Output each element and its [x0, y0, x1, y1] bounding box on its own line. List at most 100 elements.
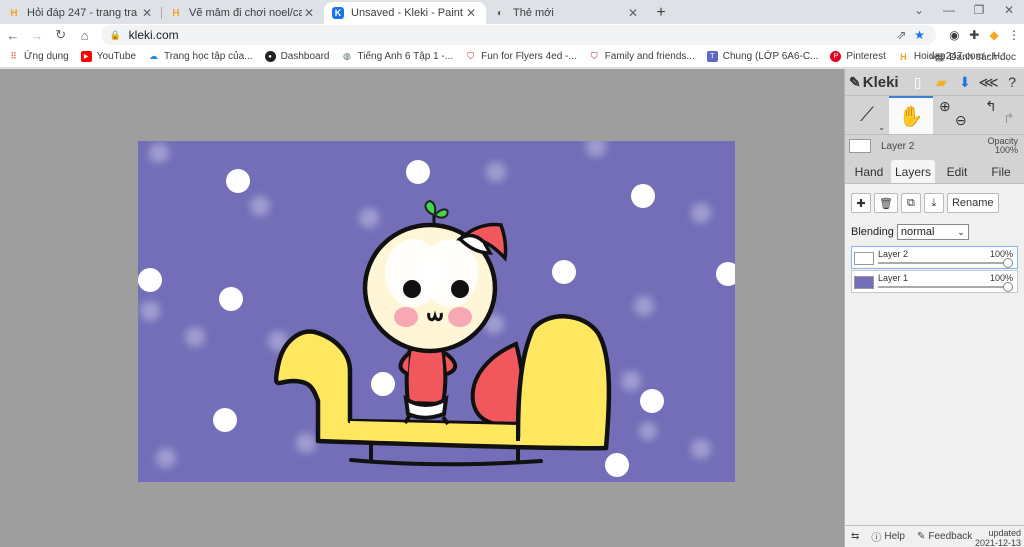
layer-name: Layer 2	[878, 249, 909, 259]
swap-sides-button[interactable]: ⇆	[851, 531, 859, 542]
menu-dots-icon[interactable]: ⋮	[1004, 25, 1024, 45]
bookmark-chung[interactable]: T Chung (LỚP 6A6-C...	[706, 51, 818, 62]
forward-icon[interactable]: →	[26, 24, 48, 46]
delete-layer-button[interactable]: 🗑	[874, 193, 898, 213]
merge-down-icon: ⤓	[931, 196, 937, 209]
current-layer-thumbnail	[849, 139, 871, 153]
kleki-logo-icon: ✎	[849, 73, 861, 90]
teams-icon: T	[706, 51, 718, 62]
bookmark-dashboard[interactable]: ● Dashboard	[264, 51, 329, 62]
tab-file[interactable]: File	[979, 160, 1023, 183]
layers-panel: ✚ 🗑 ⧉ ⤓ Rename Blending normal ⌄ Layer 2 …	[845, 184, 1024, 547]
share-icon[interactable]: ⋘	[977, 70, 1001, 94]
hoidap-favicon-icon: H	[172, 7, 180, 19]
restore-icon[interactable]: ❐	[964, 3, 994, 17]
shield-icon: ⛉	[467, 51, 474, 61]
bookmark-family-friends[interactable]: ⛉ Family and friends...	[589, 51, 695, 62]
tab-close-icon[interactable]: ✕	[140, 6, 154, 20]
add-layer-button[interactable]: ✚	[851, 193, 871, 213]
tab-close-icon[interactable]: ✕	[626, 6, 640, 20]
brush-tool-button[interactable]: ⟋ ⌄	[845, 96, 889, 134]
bookmark-tieng-anh[interactable]: ◍ Tiếng Anh 6 Tập 1 -...	[341, 51, 453, 62]
back-icon[interactable]: ←	[2, 24, 24, 46]
hand-tool-button[interactable]: ✋	[889, 96, 933, 134]
tab-title: Hỏi đáp 247 - trang tra loi	[27, 7, 140, 19]
blending-select[interactable]: normal ⌄	[896, 224, 969, 240]
duplicate-layer-button[interactable]: ⧉	[900, 193, 921, 213]
profile-icon[interactable]: ◆	[984, 25, 1004, 45]
bookmark-pinterest[interactable]: P Pinterest	[830, 51, 886, 62]
blending-label: Blending	[851, 226, 894, 238]
new-tab-button[interactable]: +	[648, 2, 674, 24]
bookmark-apps[interactable]: ⠿ Ứng dụng	[8, 51, 68, 62]
layer-name: Layer 1	[878, 273, 909, 283]
address-bar[interactable]: 🔒 kleki.com ⇗ ★	[101, 25, 937, 45]
redo-icon[interactable]: ↱	[1003, 110, 1015, 127]
browser-toolbar: ← → ↻ ⌂ 🔒 kleki.com ⇗ ★ ◉ ✚ ◆ ⋮	[0, 24, 1024, 46]
download-icon[interactable]: ⬇	[953, 70, 977, 94]
url-text[interactable]: kleki.com	[129, 28, 893, 42]
lock-icon[interactable]: 🔒	[109, 30, 120, 41]
layer-thumbnail	[854, 252, 874, 265]
plus-icon: ✚	[856, 197, 866, 210]
drawing-workspace[interactable]	[0, 69, 844, 547]
tab-search-icon[interactable]: ⌄	[904, 3, 934, 17]
bookmark-star-icon[interactable]: ★	[910, 28, 928, 42]
hand-icon: ✋	[898, 105, 924, 128]
layer-opacity-handle[interactable]	[1003, 258, 1013, 268]
new-image-icon[interactable]: ▯	[906, 70, 930, 94]
layer-row-layer-2[interactable]: Layer 2 100%	[851, 246, 1018, 269]
reload-icon[interactable]: ↻	[50, 24, 72, 46]
tab-edit[interactable]: Edit	[935, 160, 979, 183]
brush-icon: ⟋	[860, 103, 874, 126]
tab-close-icon[interactable]: ✕	[302, 6, 316, 20]
chevron-down-icon[interactable]: ⌄	[878, 123, 885, 132]
help-circle-icon[interactable]: ?	[1000, 70, 1024, 94]
layer-opacity-handle[interactable]	[1003, 282, 1013, 292]
layer-buttons: ✚ 🗑 ⧉ ⤓ Rename	[851, 192, 1018, 214]
history-controls: ↰ ↱	[977, 96, 1021, 134]
tab-ve-mam[interactable]: H Vẽ mâm đi chơi noel/calli:Merry c ✕	[162, 2, 324, 24]
youtube-icon: ▶	[80, 51, 92, 62]
puzzle-icon[interactable]: ✚	[964, 25, 984, 45]
kleki-favicon-icon: K	[332, 7, 344, 19]
swap-arrows-icon: ⇆	[851, 531, 860, 542]
tab-hoidap[interactable]: H Hỏi đáp 247 - trang tra loi ✕	[0, 2, 162, 24]
feedback-button[interactable]: ✎ Feedback	[917, 531, 972, 542]
layer-row-layer-1[interactable]: Layer 1 100%	[851, 270, 1018, 293]
share-page-icon[interactable]: ⇗	[892, 28, 910, 42]
home-icon[interactable]: ⌂	[74, 24, 96, 46]
updated-info: updated 2021-12-13	[974, 528, 1021, 547]
tab-layers[interactable]: Layers	[891, 160, 935, 183]
merge-layer-button[interactable]: ⤓	[923, 193, 944, 213]
chrome-favicon-icon: ◐	[496, 7, 504, 19]
reading-list-button[interactable]: ▤ Danh sách đọc	[935, 46, 1016, 68]
kleki-logo[interactable]: ✎ Kleki	[849, 74, 906, 91]
zoom-in-icon[interactable]: ⊕	[939, 98, 951, 115]
hoidap-favicon-icon: H	[900, 51, 907, 62]
undo-icon[interactable]: ↰	[985, 98, 997, 115]
close-window-icon[interactable]: ✕	[994, 3, 1024, 17]
zoom-out-icon[interactable]: ⊖	[955, 112, 967, 129]
hoidap-favicon-icon: H	[10, 7, 18, 19]
rename-layer-button[interactable]: Rename	[946, 193, 999, 213]
help-button[interactable]: ⓘ Help	[871, 529, 905, 544]
open-folder-icon[interactable]: ▰	[929, 70, 953, 94]
minimize-icon[interactable]: —	[934, 3, 964, 17]
help-circle-icon: ⓘ	[871, 533, 882, 544]
current-layer-opacity: Opacity 100%	[987, 136, 1018, 155]
extension-icon[interactable]: ◉	[944, 25, 964, 45]
layer-list: Layer 2 100% Layer 1 100%	[851, 246, 1018, 293]
apps-grid-icon: ⠿	[10, 51, 17, 61]
layer-opacity-slider[interactable]	[878, 286, 1005, 288]
tab-close-icon[interactable]: ✕	[464, 6, 478, 20]
bookmark-trang-hoc-tap[interactable]: ☁ Trang học tập của...	[148, 51, 253, 62]
tab-new[interactable]: ◐ Thẻ mới ✕	[486, 2, 648, 24]
tab-kleki[interactable]: K Unsaved - Kleki - Paint Tool ✕	[324, 2, 486, 24]
layer-opacity-slider[interactable]	[878, 262, 1005, 264]
bookmark-youtube[interactable]: ▶ YouTube	[80, 51, 136, 62]
tab-hand[interactable]: Hand	[847, 160, 891, 183]
bookmark-fun-for-flyers[interactable]: ⛉ Fun for Flyers 4ed -...	[465, 51, 576, 62]
panel-tabs: Hand Layers Edit File	[845, 160, 1024, 184]
drawing-canvas[interactable]	[138, 141, 735, 482]
